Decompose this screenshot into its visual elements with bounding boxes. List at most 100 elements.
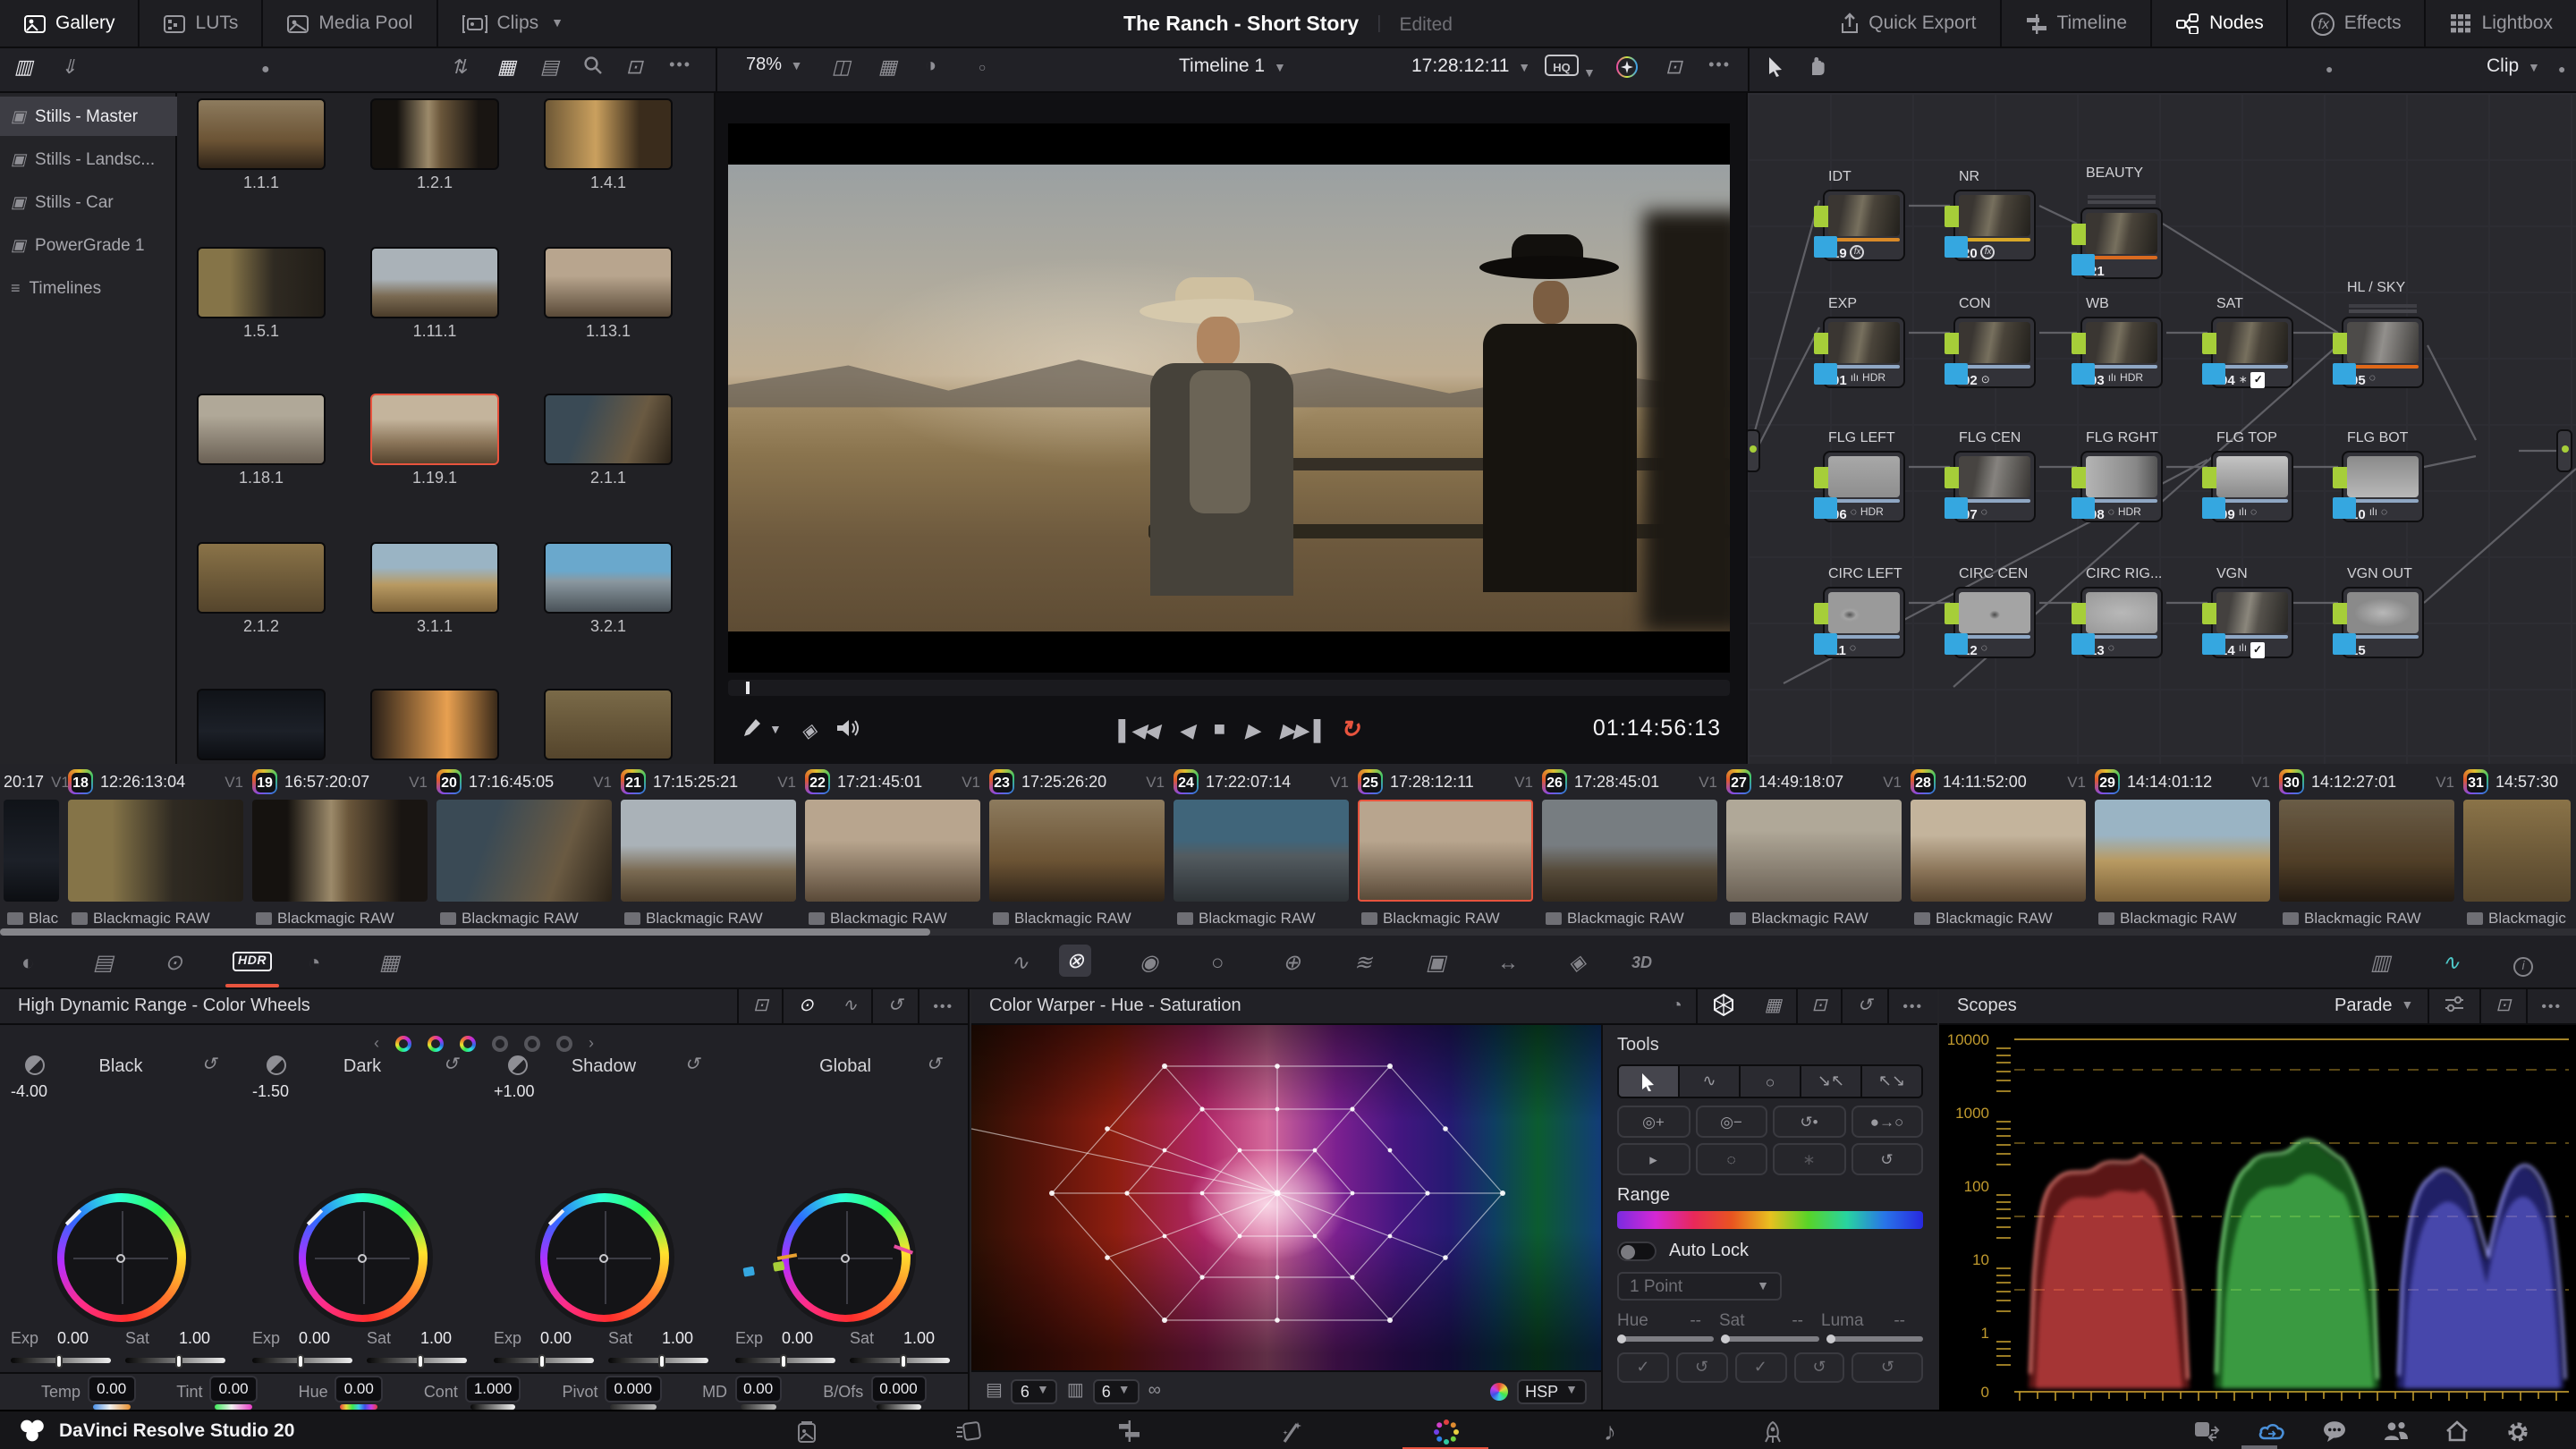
sat-slider[interactable] [367,1358,467,1363]
node-circ-left[interactable]: 11◌ [1823,587,1905,658]
source-timecode-select[interactable]: 17:28:12:11 ▼ [1411,55,1530,77]
rgb-mixer-icon[interactable]: ◔ [308,950,321,975]
h-divisions-select[interactable]: 6▼ [1012,1378,1058,1403]
node-graph[interactable]: IDT 19fx NR 20fx BEAUTY 21 EXP 01ılıHDR … [1748,93,2576,764]
search-icon[interactable] [583,55,603,80]
exp-slider[interactable] [11,1358,111,1363]
grid-view-icon[interactable]: ▦ [878,55,897,79]
tint-value[interactable]: 0.00 [210,1375,258,1402]
blur-icon[interactable]: ≋ [1354,950,1372,975]
gallery-still[interactable]: 3.1.1 [370,542,499,635]
list-view-icon[interactable]: ▤ [540,55,559,79]
lasso-select-button[interactable]: ◌ [1695,1143,1767,1175]
album-stills-car[interactable]: ▣Stills - Car [0,182,177,222]
lightbox-toggle-button[interactable]: Lightbox [2427,0,2576,47]
dark-color-wheel[interactable] [298,1193,427,1322]
timeline-clip[interactable]: 2714:49:18:07V1Blackmagic RAW [1723,764,1907,934]
stop-icon[interactable]: ■ [1214,719,1224,741]
page-media-icon[interactable] [780,1417,834,1445]
reset-wheel-icon[interactable]: ↺ [684,1055,699,1075]
luts-toggle-button[interactable]: LUTs [140,0,262,47]
cloud-sync-icon[interactable] [2245,1417,2299,1445]
exp-slider[interactable] [735,1358,835,1363]
timeline-clip[interactable]: 1812:26:13:04V1Blackmagic RAW [64,764,249,934]
output-node[interactable] [2556,429,2572,472]
sat-slider[interactable] [608,1358,708,1363]
chroma-luma-mode-icon[interactable]: ◔ [1657,996,1697,1016]
hue-value[interactable]: 0.00 [335,1375,383,1402]
enhancement-icon[interactable] [1615,55,1639,84]
gallery-still[interactable]: 1.18.1 [197,394,326,487]
qualifier-icon[interactable]: ◉ [1140,950,1158,975]
viewer-frame[interactable] [728,123,1730,673]
tracker-icon[interactable]: ⊕ [1283,950,1301,975]
clip-strip-scrollbar[interactable] [0,928,2576,936]
camera-raw-icon[interactable]: ◐ [21,950,35,975]
quick-export-button[interactable]: Quick Export [1815,0,1999,47]
timeline-clip-selected[interactable]: 2517:28:12:11V1Blackmagic RAW [1354,764,1538,934]
node-nr[interactable]: 20fx [1953,190,2036,261]
expand-panel-icon[interactable]: ⊡ [626,55,642,79]
scope-mode-select[interactable]: Parade▼ [2334,996,2413,1016]
viewer-jog-bar[interactable] [728,680,1730,696]
timeline-clip-partial[interactable]: 20:17V1 Blackmagic RAW [0,764,64,934]
exp-slider[interactable] [252,1358,352,1363]
pan-hand-icon[interactable] [1807,55,1828,82]
sat-slider[interactable] [125,1358,225,1363]
temp-value[interactable]: 0.00 [88,1375,135,1402]
auto-lock-toggle[interactable] [1617,1241,1657,1261]
feather-sat-button[interactable]: ✓ [1734,1352,1786,1383]
node-idt[interactable]: 19fx [1823,190,1905,261]
reset-panel-icon[interactable]: ↺ [873,996,917,1016]
gallery-still[interactable]: 1.5.1 [197,247,326,340]
node-beauty[interactable]: 21 [2080,208,2163,279]
link-icon[interactable]: ∞ [1148,1382,1161,1400]
node-flg-rght[interactable]: 08◌HDR [2080,451,2163,522]
page-cut-icon[interactable] [941,1417,995,1445]
page-color-icon-active[interactable] [1419,1417,1472,1445]
exp-slider[interactable] [494,1358,594,1363]
proxy-quality-badge[interactable]: HQ▼ [1544,54,1596,82]
wheel-page-dots[interactable]: ‹ › [0,1034,968,1052]
reset-wheel-icon[interactable]: ↺ [201,1055,216,1075]
timeline-clip[interactable]: 2217:21:45:01V1Blackmagic RAW [801,764,986,934]
effects-toggle-button[interactable]: fx Effects [2289,0,2425,47]
dock-panel-icon[interactable]: ⊡ [739,996,783,1016]
gallery-still[interactable]: 2.1.1 [544,394,673,487]
black-color-wheel[interactable] [56,1193,185,1322]
panel-options-icon[interactable]: ••• [919,998,968,1014]
node-con[interactable]: 02⊙ [1953,317,2036,388]
expand-panel-icon[interactable]: ⊡ [1798,996,1842,1016]
range-hue-bar[interactable] [1617,1211,1923,1229]
timeline-clip[interactable]: 2914:14:01:12V1Blackmagic RAW [2091,764,2275,934]
node-hl-sky[interactable]: 05◌ [2342,317,2424,388]
motion-effects-icon[interactable]: ▦ [379,950,400,975]
project-manager-icon[interactable] [2179,1417,2233,1445]
gallery-still[interactable] [197,689,326,760]
gallery-toggle-button[interactable]: Gallery [0,0,139,47]
3d-icon[interactable]: 3D [1631,953,1652,971]
info-icon[interactable]: i [2513,950,2533,977]
panel-options-icon[interactable]: ••• [1888,998,1937,1014]
reorder-points-button[interactable]: ↺• [1773,1106,1845,1138]
timeline-clip[interactable]: 2417:22:07:14V1Blackmagic RAW [1170,764,1354,934]
point-mode-select[interactable]: 1 Point▼ [1617,1272,1782,1301]
grid-view-icon[interactable]: ▦ [497,55,516,79]
v-divisions-select[interactable]: 6▼ [1093,1378,1140,1403]
pin-tool-button[interactable]: ○ [1739,1066,1800,1097]
skip-last-frame-icon[interactable]: ▶▶▐ [1280,718,1318,741]
stills-panel-icon[interactable]: ▥ [14,55,33,79]
album-powergrade[interactable]: ▣PowerGrade 1 [0,225,177,265]
gallery-still[interactable]: 1.11.1 [370,247,499,340]
scopes-palette-icon[interactable]: ∿ [2442,950,2460,975]
hdr-palette-icon[interactable]: HDR [233,952,272,971]
gallery-still[interactable] [370,689,499,760]
reset-panel-icon[interactable]: ↺ [1843,996,1886,1016]
global-color-wheel[interactable] [781,1193,910,1322]
page-deliver-icon[interactable] [1744,1417,1798,1445]
pointer-tool-icon[interactable] [1767,55,1785,82]
expand-viewer-icon[interactable]: ⊡ [1665,55,1682,79]
media-pool-toggle-button[interactable]: Media Pool [263,0,436,47]
grid-mode-icon[interactable]: ▦ [1750,996,1796,1016]
color-match-icon[interactable]: ▤ [93,950,114,975]
